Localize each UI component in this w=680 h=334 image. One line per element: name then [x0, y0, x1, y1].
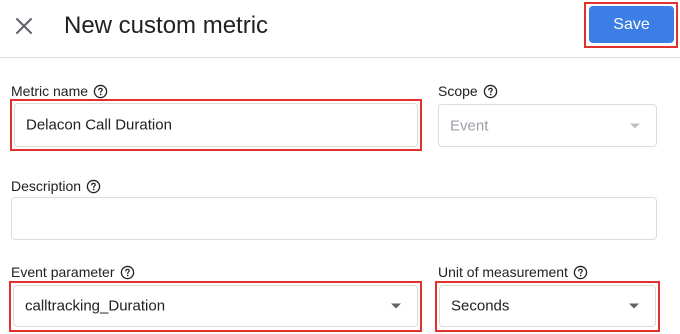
scope-label: Scope [438, 82, 498, 100]
scope-select: Event [438, 104, 657, 147]
unit-label: Unit of measurement [438, 263, 588, 281]
metric-name-value: Delacon Call Duration [26, 116, 172, 134]
help-icon[interactable] [483, 84, 498, 99]
event-parameter-label-text: Event parameter [11, 264, 115, 280]
description-input[interactable] [11, 197, 657, 240]
dropdown-arrow-icon [629, 303, 639, 309]
event-parameter-label: Event parameter [11, 263, 135, 281]
scope-value: Event [450, 117, 489, 134]
close-button[interactable] [10, 12, 38, 40]
close-icon [16, 18, 32, 34]
metric-name-label: Metric name [11, 82, 108, 100]
help-icon[interactable] [86, 179, 101, 194]
unit-value: Seconds [451, 297, 510, 315]
scope-label-text: Scope [438, 83, 478, 99]
event-parameter-value: calltracking_Duration [25, 297, 166, 315]
dialog-header: New custom metric Save [0, 0, 680, 58]
help-icon[interactable] [120, 265, 135, 280]
metric-name-label-text: Metric name [11, 83, 89, 99]
event-parameter-select[interactable]: calltracking_Duration [13, 285, 418, 327]
dropdown-arrow-icon [391, 303, 401, 309]
description-label-text: Description [11, 178, 82, 194]
unit-select[interactable]: Seconds [439, 285, 656, 327]
dropdown-arrow-icon [630, 123, 640, 128]
help-icon[interactable] [93, 84, 108, 99]
page-title: New custom metric [64, 12, 269, 39]
save-button[interactable]: Save [589, 6, 674, 43]
unit-label-text: Unit of measurement [438, 264, 568, 280]
help-icon[interactable] [573, 265, 588, 280]
description-label: Description [11, 177, 101, 195]
metric-name-input[interactable]: Delacon Call Duration [14, 103, 418, 147]
